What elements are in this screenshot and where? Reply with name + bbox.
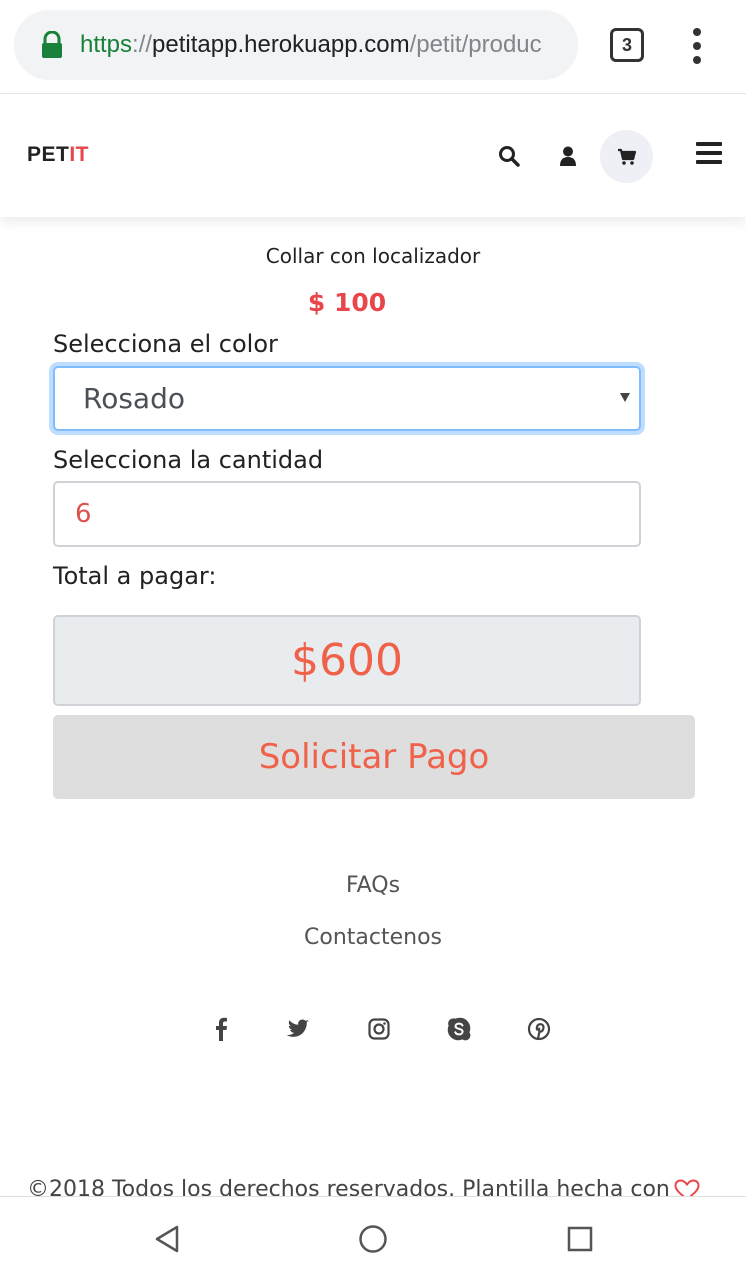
hamburger-icon[interactable] [696,142,722,164]
color-selected-value: Rosado [83,382,185,415]
site-header: PETIT [0,95,746,217]
lock-icon [42,31,62,58]
browser-toolbar: https://petitapp.herokuapp.com/petit/pro… [0,0,746,94]
facebook-icon[interactable] [206,1014,236,1044]
back-icon[interactable] [147,1219,187,1259]
url-separator: :// [132,31,153,58]
total-value: $600 [291,635,403,686]
url-scheme: https [80,31,133,58]
logo-part1: PET [27,143,70,166]
url-text: https://petitapp.herokuapp.com/petit/pro… [80,31,542,59]
color-select[interactable]: Rosado [53,366,641,431]
chevron-down-icon [620,393,630,402]
url-path: /petit/produc [409,31,542,58]
quantity-input[interactable]: 6 [53,481,641,547]
footer-link-contact[interactable]: Contactenos [0,925,746,950]
search-icon[interactable] [494,141,524,171]
footer-link-faqs[interactable]: FAQs [0,873,746,898]
request-payment-button[interactable]: Solicitar Pago [53,715,695,799]
total-label: Total a pagar: [53,562,217,590]
logo-part2: IT [69,143,90,166]
product-price: $ 100 [307,288,387,317]
twitter-icon[interactable] [283,1014,313,1044]
url-host: petitapp.herokuapp.com [152,31,410,58]
pinterest-icon[interactable] [524,1014,554,1044]
quantity-value: 6 [75,499,92,529]
system-nav-bar [0,1196,746,1280]
cart-icon[interactable] [600,130,653,183]
home-icon[interactable] [353,1219,393,1259]
user-icon[interactable] [553,141,583,171]
total-field: $600 [53,615,641,706]
menu-kebab-icon[interactable] [690,28,704,64]
site-logo[interactable]: PETIT [27,143,89,167]
pay-button-label: Solicitar Pago [258,737,490,777]
instagram-icon[interactable] [364,1014,394,1044]
product-title: Collar con localizador [265,244,481,268]
tab-count: 3 [621,34,632,55]
skype-icon[interactable] [444,1014,474,1044]
color-label: Selecciona el color [53,330,278,358]
address-bar[interactable]: https://petitapp.herokuapp.com/petit/pro… [14,10,578,80]
recents-icon[interactable] [560,1219,600,1259]
quantity-label: Selecciona la cantidad [53,446,324,474]
tabs-icon[interactable]: 3 [610,28,644,62]
